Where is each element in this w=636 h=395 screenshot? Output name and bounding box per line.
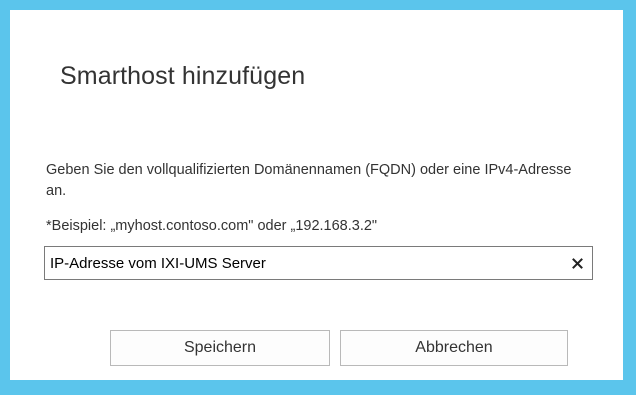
- example-hint: *Beispiel: „myhost.contoso.com" oder „19…: [46, 218, 378, 234]
- close-icon[interactable]: [566, 252, 588, 274]
- save-button[interactable]: Speichern: [110, 330, 330, 366]
- dialog-description: Geben Sie den vollqualifizierten Domänen…: [46, 162, 572, 199]
- smarthost-input[interactable]: [45, 247, 560, 279]
- smarthost-dialog: Smarthost hinzufügen Geben Sie den vollq…: [10, 10, 623, 380]
- dialog-title: Smarthost hinzufügen: [60, 62, 306, 90]
- smarthost-input-wrapper: [44, 246, 593, 280]
- cancel-button[interactable]: Abbrechen: [340, 330, 568, 366]
